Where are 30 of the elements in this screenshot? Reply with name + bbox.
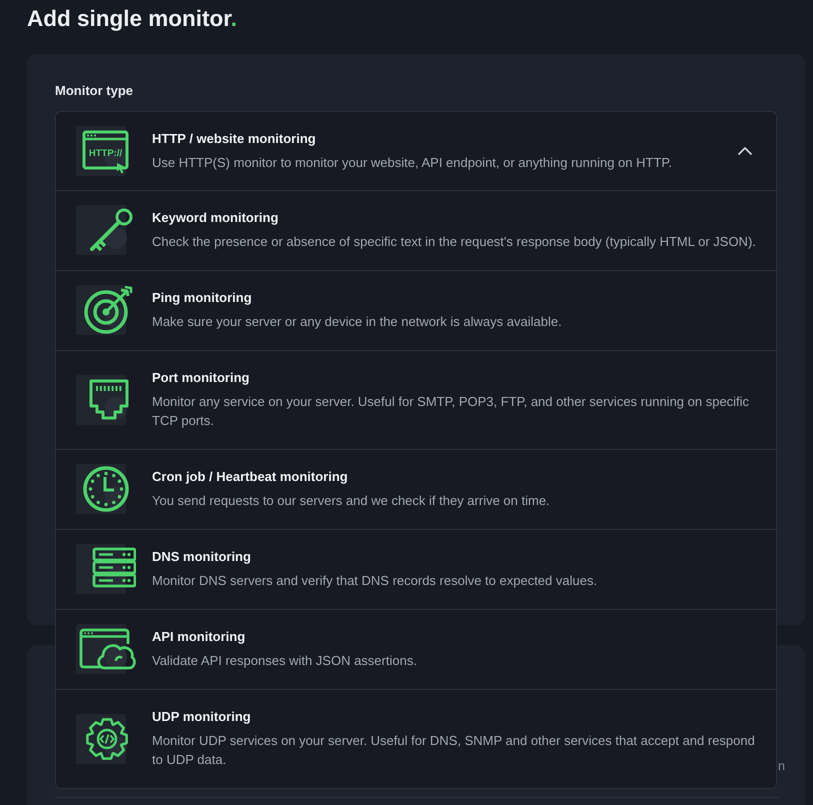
- option-description: Monitor UDP services on your server. Useful for DNS, SNMP and other services that accept and respond to UDP data.: [152, 732, 756, 769]
- dropdown-option[interactable]: Cron job / Heartbeat monitoring You send requests to our servers and we check if they arrive on time.: [56, 449, 776, 529]
- option-description: Check the presence or absence of specific text in the request's response body (typically HTML or JSON).: [152, 233, 757, 251]
- option-description: Monitor any service on your server. Useful for SMTP, POP3, FTP, and other services running on specific TCP ports.: [152, 393, 750, 430]
- dropdown-option[interactable]: UDP monitoring Monitor UDP services on your server. Useful for DNS, SNMP and other services that accept and respond to UDP data.: [56, 689, 776, 788]
- option-title: Keyword monitoring: [152, 209, 280, 227]
- option-title: Port monitoring: [152, 369, 250, 387]
- option-title: HTTP / website monitoring: [152, 130, 317, 148]
- page-title: Add single monitor.: [27, 5, 238, 33]
- option-description: Validate API responses with JSON assertions.: [152, 652, 418, 670]
- dropdown-option[interactable]: DNS monitoring Monitor DNS servers and verify that DNS records resolve to expected values.: [56, 529, 776, 609]
- option-title: DNS monitoring: [152, 548, 252, 566]
- dropdown-option[interactable]: Ping monitoring Make sure your server or any device in the network is always available.: [56, 270, 776, 350]
- option-title: Cron job / Heartbeat monitoring: [152, 468, 349, 486]
- dropdown-option[interactable]: Keyword monitoring Check the presence or absence of specific text in the request's response body (typically HTML or JSON).: [56, 190, 776, 270]
- option-title: UDP monitoring: [152, 708, 252, 726]
- field-label: Monitor type: [55, 83, 134, 99]
- dropdown-option[interactable]: Port monitoring Monitor any service on your server. Useful for SMTP, POP3, FTP, and other services running on specific TCP ports.: [56, 350, 776, 449]
- option-description: Use HTTP(S) monitor to monitor your website, API endpoint, or anything running on HTTP.: [152, 154, 673, 172]
- server-stack-icon: [76, 544, 136, 594]
- option-description: Make sure your server or any device in the network is always available.: [152, 313, 563, 331]
- option-title: Ping monitoring: [152, 289, 253, 307]
- option-description: Monitor DNS servers and verify that DNS records resolve to expected values.: [152, 572, 598, 590]
- chevron-up-icon[interactable]: [738, 147, 752, 155]
- dropdown-option[interactable]: API monitoring Validate API responses with JSON assertions.: [56, 609, 776, 689]
- card-text: n: [778, 758, 785, 775]
- option-title: API monitoring: [152, 628, 246, 646]
- select-field[interactable]: HTTP:// HTTP / website monitoring Use HTTP(S) monitor to monitor your website, API endpoint, or anything running on HTTP.: [56, 112, 776, 190]
- browser-cloud-icon: [76, 624, 136, 674]
- option-description: You send requests to our servers and we check if they arrive on time.: [152, 492, 551, 510]
